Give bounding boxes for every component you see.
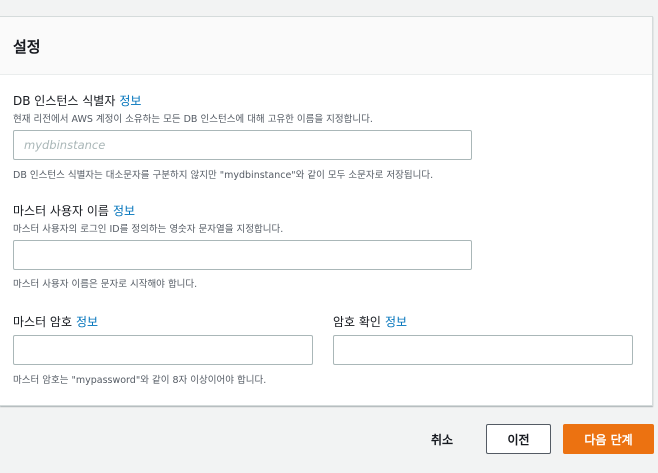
db-identifier-info-link[interactable]: 정보 — [119, 94, 141, 108]
confirm-password-label-text: 암호 확인 — [333, 315, 381, 329]
master-username-label-text: 마스터 사용자 이름 — [13, 204, 109, 218]
cancel-button[interactable]: 취소 — [422, 428, 462, 450]
db-identifier-label: DB 인스턴스 식별자 정보 — [13, 92, 141, 109]
master-password-input[interactable] — [13, 335, 313, 365]
master-username-info-link[interactable]: 정보 — [113, 204, 135, 218]
confirm-password-input[interactable] — [333, 335, 633, 365]
master-username-input[interactable] — [13, 240, 472, 270]
master-password-label: 마스터 암호 정보 — [13, 313, 98, 330]
confirm-password-label: 암호 확인 정보 — [333, 313, 407, 330]
next-step-button[interactable]: 다음 단계 — [563, 424, 654, 454]
master-password-label-text: 마스터 암호 — [13, 315, 73, 329]
master-username-hint: 마스터 사용자 이름은 문자로 시작해야 합니다. — [13, 279, 198, 290]
panel-title: 설정 — [13, 38, 41, 56]
db-identifier-description: 현재 리전에서 AWS 계정이 소유하는 모든 DB 인스턴스에 대해 고유한 … — [13, 114, 373, 125]
db-identifier-label-text: DB 인스턴스 식별자 — [13, 94, 116, 108]
db-identifier-input[interactable] — [13, 130, 472, 160]
master-password-info-link[interactable]: 정보 — [76, 315, 98, 329]
master-username-label: 마스터 사용자 이름 정보 — [13, 202, 135, 219]
previous-button[interactable]: 이전 — [486, 424, 551, 454]
master-username-description: 마스터 사용자의 로그인 ID를 정의하는 영숫자 문자열을 지정합니다. — [13, 224, 284, 235]
db-identifier-hint: DB 인스턴스 식별자는 대소문자를 구분하지 않지만 "mydbinstanc… — [13, 170, 434, 181]
confirm-password-info-link[interactable]: 정보 — [385, 315, 407, 329]
master-password-hint: 마스터 암호는 "mypassword"와 같이 8자 이상이어야 합니다. — [13, 375, 267, 386]
panel-header: 설정 — [0, 17, 652, 75]
top-strip — [0, 0, 658, 16]
